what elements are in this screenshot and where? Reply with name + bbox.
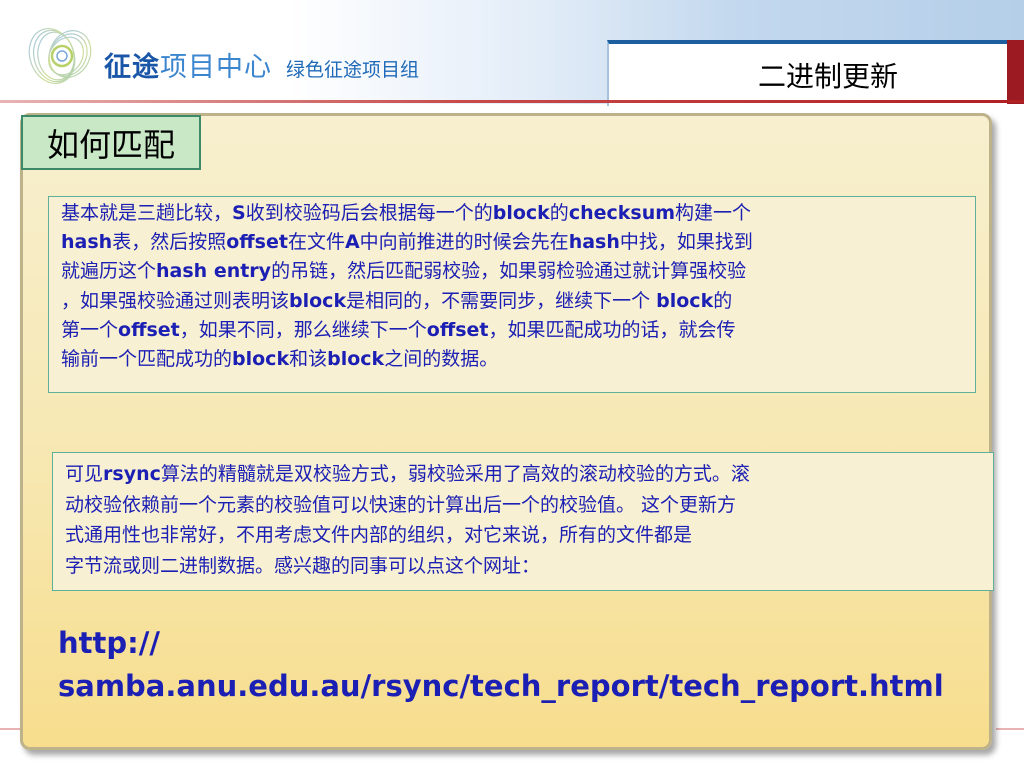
- text-segment: 字节流或则二进制数据。感兴趣的同事可以点这个网址：: [65, 554, 541, 577]
- text-segment: 表，然后按照: [112, 231, 227, 254]
- text-line: 可见rsync算法的精髓就是双校验方式，弱校验采用了高效的滚动校验的方式。滚: [65, 459, 983, 490]
- bold-term: block: [492, 202, 550, 224]
- section-label: 如何匹配: [21, 115, 201, 170]
- text-segment: 中找，如果找到: [619, 231, 753, 254]
- section-label-text: 如何匹配: [46, 125, 175, 164]
- brand-main-text: 征途项目中心: [104, 45, 272, 84]
- text-segment: 中向前推进的时候会先在: [359, 231, 569, 254]
- text-segment: 之间的数据。: [384, 348, 499, 371]
- text-segment: 动校验依赖前一个元素的校验值可以快速的计算出后一个的校验值。 这个更新方: [65, 493, 737, 516]
- slide-title-tab: 二进制更新: [607, 40, 1007, 106]
- text-segment: 就遍历这个: [61, 260, 157, 283]
- bold-term: hash entry: [156, 260, 272, 283]
- bold-term: S: [232, 202, 246, 224]
- bold-term: rsync: [103, 463, 161, 485]
- slide-header: 征途项目中心 绿色征途项目组 二进制更新: [0, 0, 1024, 106]
- reference-link-line2[interactable]: samba.anu.edu.au/rsync/tech_report/tech_…: [58, 665, 978, 708]
- reference-link[interactable]: http:// samba.anu.edu.au/rsync/tech_repo…: [58, 622, 978, 708]
- text-segment: ，如果匹配成功的话，就会传: [488, 318, 736, 341]
- text-line: hash表，然后按照offset在文件A中向前推进的时候会先在hash中找，如果…: [61, 228, 965, 257]
- summary-box: 可见rsync算法的精髓就是双校验方式，弱校验采用了高效的滚动校验的方式。滚动校…: [52, 452, 994, 591]
- text-line: 字节流或则二进制数据。感兴趣的同事可以点这个网址：: [65, 551, 983, 582]
- text-line: 输前一个匹配成功的block和该block之间的数据。: [61, 345, 965, 374]
- header-divider: [0, 100, 1024, 103]
- brand-part1: 征途: [104, 52, 160, 83]
- text-segment: 和该: [289, 348, 328, 371]
- text-line: 动校验依赖前一个元素的校验值可以快速的计算出后一个的校验值。 这个更新方: [65, 490, 983, 521]
- text-segment: 的: [713, 289, 733, 312]
- brand-subtitle: 绿色征途项目组: [286, 59, 420, 81]
- right-accent-bar: [1007, 40, 1024, 104]
- bold-term: checksum: [568, 202, 676, 224]
- text-segment: 构建一个: [675, 202, 752, 224]
- text-line: 就遍历这个hash entry的吊链，然后匹配弱校验，如果弱检验通过就计算强校验: [61, 257, 965, 286]
- explanation-box: 基本就是三趟比较，S收到校验码后会根据每一个的block的checksum构建一…: [48, 196, 976, 393]
- text-segment: 基本就是三趟比较，: [61, 202, 233, 224]
- interlocking-rings-logo-icon: [28, 28, 92, 84]
- text-segment: 收到校验码后会根据每一个的: [245, 202, 493, 224]
- text-segment: 的吊链，然后匹配弱校验，如果弱检验通过就计算强校验: [271, 260, 747, 283]
- text-segment: 式通用性也非常好，不用考虑文件内部的组织，对它来说，所有的文件都是: [65, 524, 693, 546]
- text-segment: 的: [549, 202, 569, 224]
- text-line: ，如果强校验通过则表明该block是相同的，不需要同步，继续下一个 block的: [61, 287, 965, 316]
- brand-name: 征途项目中心 绿色征途项目组: [104, 45, 419, 85]
- text-segment: ，如果不同，那么继续下一个: [179, 318, 427, 341]
- bold-term: block: [232, 348, 290, 371]
- bold-term: hash: [61, 231, 113, 254]
- bold-term: A: [344, 231, 360, 254]
- text-line: 式通用性也非常好，不用考虑文件内部的组织，对它来说，所有的文件都是: [65, 520, 983, 551]
- bold-term: offset: [426, 318, 489, 341]
- bold-term: hash: [568, 231, 620, 254]
- bold-term: offset: [118, 318, 180, 341]
- bold-term: block: [289, 289, 347, 312]
- text-segment: 是相同的，不需要同步，继续下一个: [346, 289, 657, 312]
- reference-link-line1[interactable]: http://: [58, 622, 978, 665]
- text-segment: 可见: [65, 463, 104, 485]
- text-segment: 第一个: [61, 318, 119, 341]
- footer-line-left: [0, 728, 20, 730]
- bold-term: block: [327, 348, 385, 371]
- bold-term: block: [656, 289, 714, 312]
- brand-part2: 项目中心: [160, 52, 272, 83]
- footer-line-right: [996, 728, 1024, 730]
- slide-title: 二进制更新: [757, 60, 898, 93]
- text-segment: 输前一个匹配成功的: [61, 348, 233, 371]
- text-segment: 算法的精髓就是双校验方式，弱校验采用了高效的滚动校验的方式。滚: [160, 463, 750, 485]
- text-segment: 在文件: [287, 231, 345, 254]
- text-segment: ，如果强校验通过则表明该: [61, 289, 290, 312]
- text-line: 第一个offset，如果不同，那么继续下一个offset，如果匹配成功的话，就会…: [61, 316, 965, 345]
- bold-term: offset: [226, 231, 288, 254]
- text-line: 基本就是三趟比较，S收到校验码后会根据每一个的block的checksum构建一…: [61, 199, 965, 228]
